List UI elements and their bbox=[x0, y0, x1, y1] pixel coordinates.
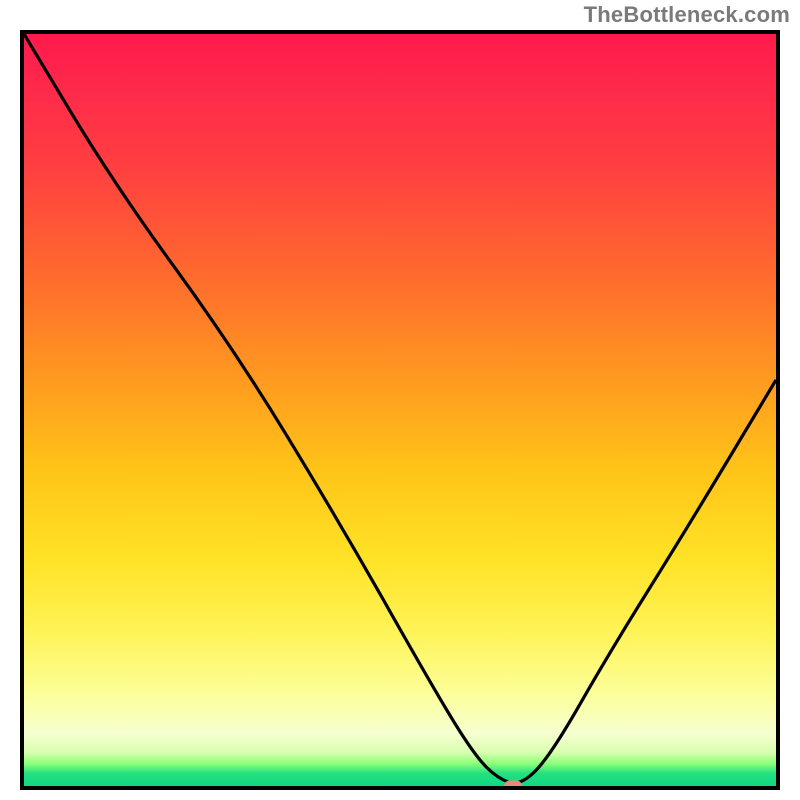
bottleneck-curve-path bbox=[24, 34, 776, 783]
curve-svg bbox=[24, 34, 776, 786]
plot-area bbox=[20, 30, 780, 790]
optimal-marker bbox=[504, 781, 522, 791]
attribution-label: TheBottleneck.com bbox=[584, 2, 790, 28]
chart-container: TheBottleneck.com bbox=[0, 0, 800, 800]
